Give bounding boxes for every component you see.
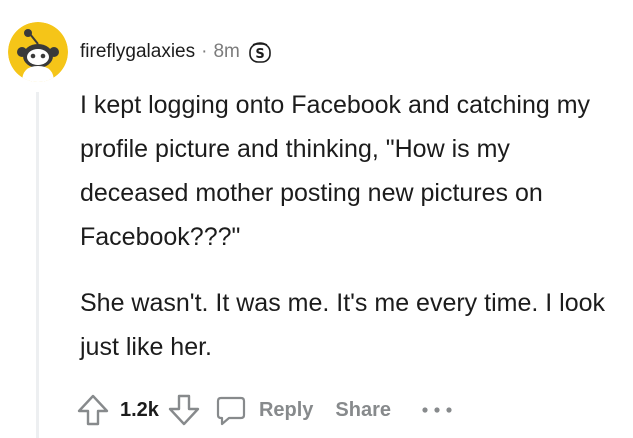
comment-paragraph: I kept logging onto Facebook and catchin… [80, 91, 591, 251]
comment-actions: 1.2k Reply Share [76, 388, 455, 432]
comment-body: I kept logging onto Facebook and catchin… [80, 83, 620, 369]
meta-separator: · [201, 41, 208, 62]
timestamp[interactable]: 8m [213, 41, 239, 63]
comment-header: fireflygalaxies · 8m S [80, 38, 272, 66]
edited-icon: S [249, 42, 271, 63]
more-options-icon[interactable] [419, 404, 455, 416]
comment-paragraph: She wasn't. It was me. It's me every tim… [80, 289, 605, 361]
share-button[interactable]: Share [335, 399, 391, 422]
username-link[interactable]: fireflygalaxies [80, 41, 195, 63]
edited-badge-letter: S [255, 47, 264, 62]
comment-bubble-icon [216, 396, 246, 426]
thread-line[interactable] [36, 92, 39, 438]
snoo-avatar-icon [8, 22, 68, 82]
vote-score: 1.2k [120, 398, 159, 421]
reply-button[interactable]: Reply [215, 394, 313, 426]
upvote-arrow-icon[interactable] [76, 393, 110, 427]
downvote-arrow-icon[interactable] [167, 393, 201, 427]
reply-label: Reply [258, 398, 314, 421]
user-avatar[interactable] [8, 22, 68, 82]
